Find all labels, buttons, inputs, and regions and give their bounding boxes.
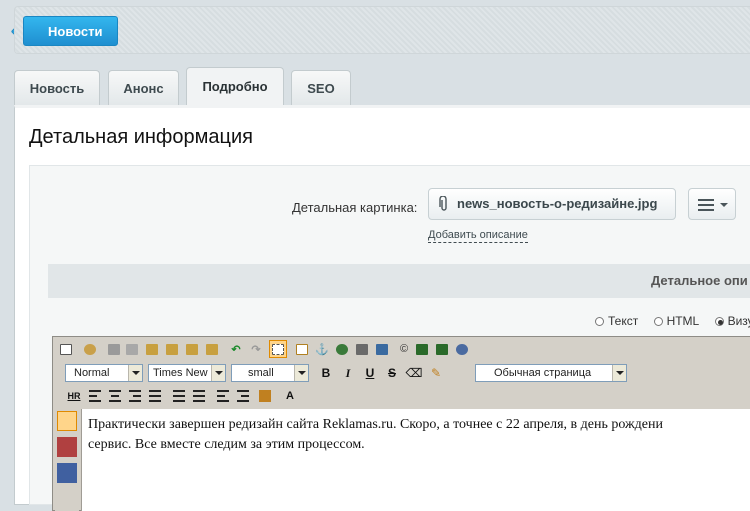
unlink-icon[interactable] xyxy=(353,340,371,358)
editor-toolbar-1: ↶ ↷ ⚓ © xyxy=(55,339,535,361)
flash-icon[interactable] xyxy=(453,340,471,358)
editor-toolbar-2: Normal Times New small B I U S ⌫ ✎ Обычн… xyxy=(55,362,750,384)
indent-icon[interactable] xyxy=(237,387,253,403)
anchor-icon[interactable]: ⚓ xyxy=(313,340,331,358)
menu-icon xyxy=(698,199,714,214)
underline-button[interactable]: U xyxy=(361,364,379,382)
size-select[interactable]: small xyxy=(231,364,309,382)
background-color-icon[interactable] xyxy=(259,387,275,403)
template-select-value: Обычная страница xyxy=(494,367,592,379)
details-form: Детальная картинка: news_новость-о-редиз… xyxy=(29,165,750,511)
undo-icon[interactable]: ↶ xyxy=(227,340,245,358)
detail-picture-label: Детальная картинка: xyxy=(292,200,418,215)
chevron-down-icon xyxy=(612,365,626,381)
chevron-down-icon xyxy=(720,203,728,207)
visual-mode-icon[interactable] xyxy=(57,411,77,431)
paste-word-icon[interactable] xyxy=(183,340,201,358)
editor-content-area[interactable]: Практически завершен редизайн сайта Rekl… xyxy=(81,409,750,511)
file-menu-button[interactable] xyxy=(688,188,736,220)
tab-news[interactable]: Новость xyxy=(14,70,100,105)
editor-side-toolbar xyxy=(55,409,79,511)
mode-html-option[interactable]: HTML xyxy=(653,314,700,328)
radio-icon[interactable] xyxy=(595,317,604,326)
content-line: сервис. Все вместе следим за этим процес… xyxy=(88,437,365,452)
mode-text-label: Текст xyxy=(608,314,639,328)
add-description-link[interactable]: Добавить описание xyxy=(428,229,528,243)
redo-icon[interactable]: ↷ xyxy=(247,340,265,358)
align-left-icon[interactable] xyxy=(89,387,105,403)
copyright-icon[interactable]: © xyxy=(395,340,413,358)
link-icon[interactable] xyxy=(333,340,351,358)
format-select-value: Normal xyxy=(74,367,110,379)
radio-selected-icon[interactable] xyxy=(714,317,724,326)
tab-announce[interactable]: Анонс xyxy=(108,70,179,105)
align-center-icon[interactable] xyxy=(109,387,125,403)
page-break-icon[interactable] xyxy=(269,340,287,358)
content-line: Практически завершен редизайн сайта Rekl… xyxy=(88,417,663,432)
page-title: Детальная информация xyxy=(29,126,253,148)
copy-icon[interactable] xyxy=(123,340,141,358)
unordered-list-icon[interactable] xyxy=(193,387,209,403)
align-justify-icon[interactable] xyxy=(149,387,165,403)
file-button[interactable]: news_новость-о-редизайне.jpg xyxy=(428,188,676,220)
section-heading: Детальное опи xyxy=(48,264,750,298)
editor-toolbar-3: HR A xyxy=(55,385,355,407)
mode-visual-option[interactable]: Визу xyxy=(714,314,750,328)
bold-button[interactable]: B xyxy=(317,364,335,382)
eraser-icon[interactable]: ⌫ xyxy=(405,364,423,382)
main-panel: Детальная информация Детальная картинка:… xyxy=(14,105,750,511)
top-toolbar: Новости xyxy=(14,6,750,54)
paste-text-icon[interactable] xyxy=(163,340,181,358)
fullscreen-icon[interactable] xyxy=(57,340,75,358)
save-as-icon[interactable] xyxy=(433,340,451,358)
split-mode-icon[interactable] xyxy=(57,463,77,483)
ordered-list-icon[interactable] xyxy=(173,387,189,403)
settings-icon[interactable] xyxy=(81,340,99,358)
back-to-news-button[interactable]: Новости xyxy=(23,16,118,46)
outdent-icon[interactable] xyxy=(217,387,233,403)
table-icon[interactable] xyxy=(293,340,311,358)
radio-icon[interactable] xyxy=(653,317,663,326)
cut-icon[interactable] xyxy=(105,340,123,358)
file-name: news_новость-о-редизайне.jpg xyxy=(457,196,658,211)
paste-html-icon[interactable] xyxy=(203,340,221,358)
font-select[interactable]: Times New xyxy=(148,364,226,382)
size-select-value: small xyxy=(248,367,274,379)
chevron-down-icon xyxy=(294,365,308,381)
mode-visual-label: Визу xyxy=(727,314,750,328)
tab-details[interactable]: Подробно xyxy=(186,67,284,105)
font-color-icon[interactable]: A xyxy=(281,387,299,405)
tab-seo[interactable]: SEO xyxy=(291,70,351,105)
save-icon[interactable] xyxy=(413,340,431,358)
italic-button[interactable]: I xyxy=(339,364,357,382)
chevron-down-icon xyxy=(211,365,225,381)
align-right-icon[interactable] xyxy=(129,387,145,403)
paperclip-icon xyxy=(439,196,447,211)
back-button-label: Новости xyxy=(48,24,103,39)
mode-html-label: HTML xyxy=(666,314,700,328)
chevron-down-icon xyxy=(128,365,142,381)
font-select-value: Times New xyxy=(153,367,208,379)
paste-icon[interactable] xyxy=(143,340,161,358)
image-icon[interactable] xyxy=(373,340,391,358)
brush-icon[interactable]: ✎ xyxy=(427,364,445,382)
code-mode-icon[interactable] xyxy=(57,437,77,457)
template-select[interactable]: Обычная страница xyxy=(475,364,627,382)
format-select[interactable]: Normal xyxy=(65,364,143,382)
strikethrough-button[interactable]: S xyxy=(383,364,401,382)
mode-text-option[interactable]: Текст xyxy=(595,314,638,328)
editor-mode-switch: Текст HTML Визу xyxy=(595,314,750,328)
horizontal-rule-button[interactable]: HR xyxy=(65,387,83,405)
